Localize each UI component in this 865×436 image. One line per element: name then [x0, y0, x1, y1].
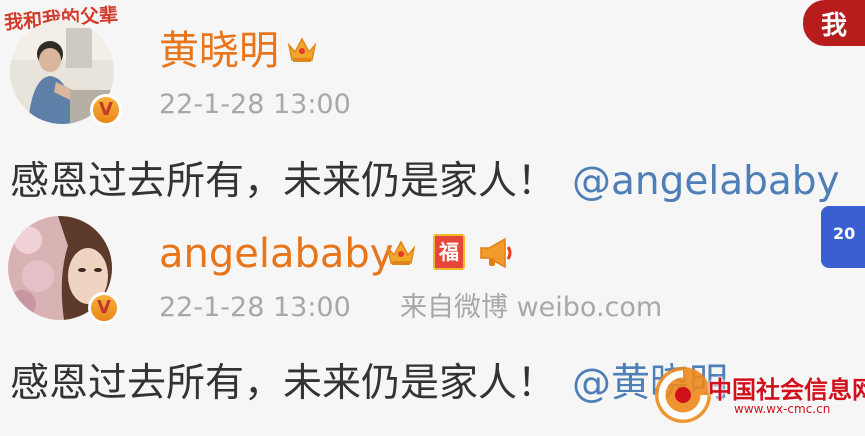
crown-icon [383, 234, 419, 270]
watermark-logo-icon [655, 367, 711, 423]
watermark-title: 中国社会信息网 [708, 376, 865, 404]
crown-icon [284, 31, 320, 67]
corner-event-badge-text: 20 [833, 224, 856, 243]
verified-badge-icon: V [88, 292, 120, 324]
post-timestamp: 22-1-28 13:00 [159, 89, 351, 120]
fu-badge-text: 福 [439, 240, 459, 264]
username[interactable]: 黄晓明 [159, 31, 279, 71]
fu-badge-icon: 福 [433, 234, 465, 270]
post-text: 感恩过去所有，未来仍是家人！ [10, 159, 557, 204]
verified-badge-icon: V [90, 94, 122, 126]
post-source[interactable]: 来自微博 weibo.com [400, 294, 662, 321]
post-content: 感恩过去所有，未来仍是家人！ @黄晓明 [10, 364, 728, 403]
site-watermark: 中国社会信息网 www.wx-cmc.cn [652, 360, 865, 436]
watermark-url: www.wx-cmc.cn [734, 402, 831, 416]
megaphone-icon [476, 234, 516, 272]
post-content: 感恩过去所有，未来仍是家人！ @angelababy [10, 162, 840, 201]
username[interactable]: angelababy [159, 234, 393, 274]
post-huangxiaoming: V 黄晓明 22-1-28 13:00 感恩过去所有，未来仍是家人！ @angel… [0, 0, 865, 212]
mention-link[interactable]: @angelababy [572, 159, 840, 204]
post-timestamp: 22-1-28 13:00 [159, 292, 351, 323]
corner-event-badge: 20 [821, 206, 865, 268]
post-text: 感恩过去所有，未来仍是家人！ [10, 361, 557, 406]
